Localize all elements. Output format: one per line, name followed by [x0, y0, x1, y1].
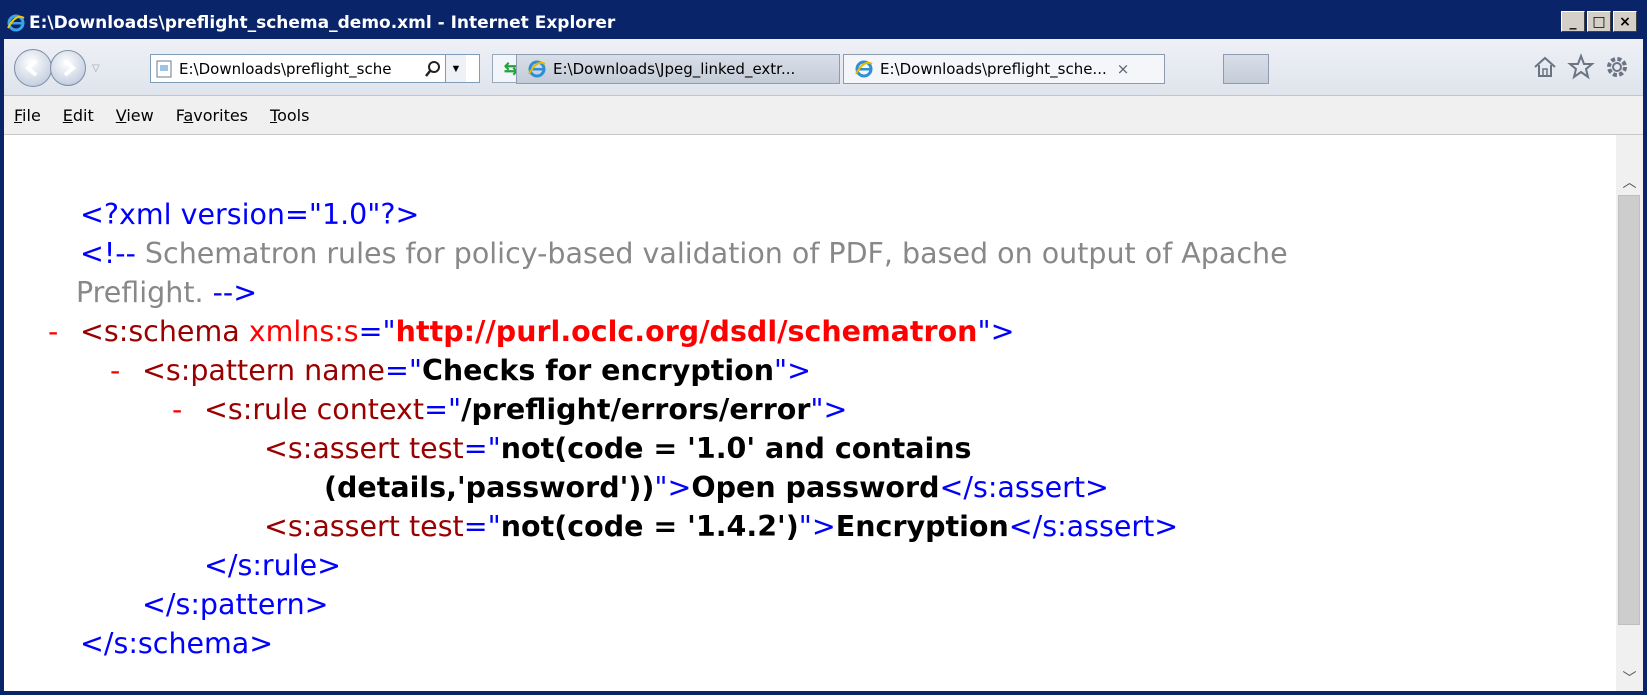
menu-tools[interactable]: Tools — [270, 106, 309, 125]
page-icon — [156, 60, 172, 77]
menu-favorites[interactable]: Favorites — [176, 106, 248, 125]
scroll-down-button[interactable]: ﹀ — [1616, 665, 1643, 691]
gear-icon[interactable] — [1603, 53, 1631, 81]
ie-icon — [528, 60, 546, 78]
menu-view[interactable]: View — [116, 106, 154, 125]
tab-jpeg-linked[interactable]: E:\Downloads\Jpeg_linked_extr... — [516, 54, 840, 84]
favorites-star-icon[interactable] — [1567, 53, 1595, 81]
tab-label: E:\Downloads\preflight_sche... — [880, 60, 1107, 78]
xml-pattern-close: </s:pattern> — [142, 588, 329, 621]
title-bar: E:\Downloads\preflight_schema_demo.xml -… — [4, 10, 1641, 36]
ie-icon — [855, 60, 873, 78]
new-tab-button[interactable] — [1223, 54, 1269, 84]
menu-file[interactable]: File — [14, 106, 41, 125]
back-button[interactable] — [14, 49, 52, 87]
maximize-icon: □ — [1592, 13, 1606, 30]
maximize-button[interactable]: □ — [1587, 11, 1611, 32]
xml-declaration: <?xml version="1.0"?> — [80, 198, 420, 231]
address-input[interactable]: E:\Downloads\preflight_sche — [179, 60, 419, 78]
xml-comment-continued: Preflight. --> — [76, 276, 258, 309]
toolbar-right — [1531, 53, 1631, 81]
close-icon: × — [1619, 13, 1631, 30]
chevron-down-icon: ▼ — [450, 62, 462, 75]
chevron-down-icon: ﹀ — [1622, 670, 1637, 686]
collapse-toggle[interactable]: - — [48, 312, 58, 351]
collapse-toggle[interactable]: - — [110, 351, 120, 390]
xml-comment: <!-- Schematron rules for policy-based v… — [80, 237, 1288, 270]
close-button[interactable]: × — [1613, 11, 1637, 32]
scroll-thumb[interactable] — [1618, 195, 1640, 625]
window-title: E:\Downloads\preflight_schema_demo.xml -… — [29, 13, 616, 33]
forward-icon — [63, 59, 77, 77]
tag-schema-open: <s:schema — [80, 315, 240, 348]
scroll-up-button[interactable]: ︿ — [1616, 169, 1643, 195]
xml-assert-1-continued: (details,'password'))">Open password</s:… — [324, 471, 1109, 504]
chevron-up-icon: ︿ — [1622, 174, 1637, 190]
vertical-scrollbar[interactable]: ︿ ﹀ — [1616, 135, 1643, 691]
recent-pages-dropdown[interactable]: ▽ — [92, 63, 100, 74]
home-icon[interactable] — [1531, 53, 1559, 81]
tab-preflight-schema[interactable]: E:\Downloads\preflight_sche... × — [843, 54, 1165, 84]
minimize-icon: _ — [1569, 13, 1577, 30]
back-icon — [24, 59, 38, 77]
search-icon[interactable] — [423, 59, 443, 79]
ie-icon — [7, 14, 25, 32]
xml-rule-open: - <s:rule context="/preflight/errors/err… — [4, 390, 1604, 429]
xml-schema-close: </s:schema> — [80, 627, 274, 660]
xml-assert-1: <s:assert test="not(code = '1.0' and con… — [264, 432, 972, 465]
xml-assert-2: <s:assert test="not(code = '1.4.2')">Enc… — [264, 510, 1179, 543]
tab-label: E:\Downloads\Jpeg_linked_extr... — [553, 60, 796, 78]
tab-close-icon[interactable]: × — [1117, 60, 1130, 78]
address-bar[interactable]: E:\Downloads\preflight_sche ▼ — [150, 54, 480, 83]
collapse-toggle[interactable]: - — [172, 390, 182, 429]
forward-button[interactable] — [50, 50, 86, 86]
xml-pattern-open: - <s:pattern name="Checks for encryption… — [4, 351, 1604, 390]
ie-window: E:\Downloads\preflight_schema_demo.xml -… — [0, 0, 1647, 695]
page-content: <?xml version="1.0"?> <!-- Schematron ru… — [4, 135, 1616, 691]
navigation-bar: ▽ E:\Downloads\preflight_sche ▼ ⇆ E:\Dow… — [4, 39, 1643, 96]
menu-bar: File Edit View Favorites Tools — [4, 96, 1643, 135]
xml-rule-close: </s:rule> — [204, 549, 342, 582]
menu-edit[interactable]: Edit — [63, 106, 94, 125]
address-dropdown-button[interactable]: ▼ — [445, 55, 466, 82]
window-controls: _ □ × — [1561, 11, 1637, 32]
xml-tree: <?xml version="1.0"?> <!-- Schematron ru… — [4, 195, 1604, 663]
xml-schema-open: - <s:schema xmlns:s="http://purl.oclc.or… — [4, 312, 1604, 351]
minimize-button[interactable]: _ — [1561, 11, 1585, 32]
